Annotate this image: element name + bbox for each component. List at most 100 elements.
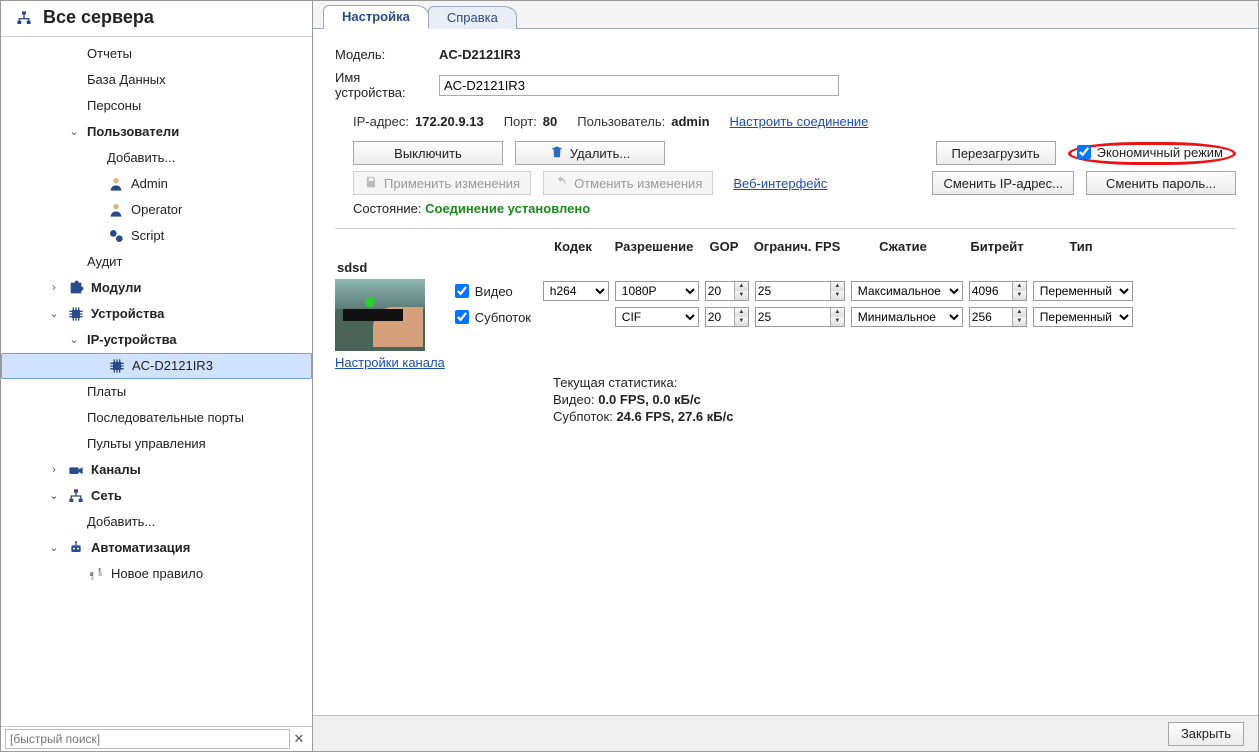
spin-input[interactable]: ▲▼ [755, 307, 845, 327]
tree-item-label: Admin [131, 173, 168, 195]
channel-thumbnail[interactable] [335, 279, 425, 351]
change-ip-button[interactable]: Сменить IP-адрес... [932, 171, 1074, 195]
spin-up-icon[interactable]: ▲ [734, 308, 748, 317]
spin-up-icon[interactable]: ▲ [1012, 282, 1026, 291]
change-password-button[interactable]: Сменить пароль... [1086, 171, 1236, 195]
streams-headers: Кодек Разрешение GOP Огранич. FPS Сжатие… [335, 239, 1236, 254]
tree-item-label: Operator [131, 199, 182, 221]
tree-item-label: Новое правило [111, 563, 203, 585]
spin-down-icon[interactable]: ▼ [734, 317, 748, 326]
tree-item[interactable]: Admin [1, 171, 312, 197]
status-value: Соединение установлено [425, 201, 590, 216]
user-icon [107, 176, 125, 192]
configure-connection-link[interactable]: Настроить соединение [730, 114, 869, 129]
tree-item-label: Аудит [87, 251, 122, 273]
tree-item[interactable]: ⌄ Автоматизация [1, 535, 312, 561]
tree-item[interactable]: Персоны [1, 93, 312, 119]
select-input[interactable]: Переменный [1033, 281, 1133, 301]
stream-enable-checkbox[interactable]: Субпоток [455, 310, 537, 325]
spin-down-icon[interactable]: ▼ [830, 291, 844, 300]
tab-help[interactable]: Справка [428, 6, 517, 29]
network-icon [67, 488, 85, 504]
tree-item[interactable]: ⌄Устройства [1, 301, 312, 327]
network-icon [15, 10, 33, 26]
content-area: Модель: AC-D2121IR3 Имя устройства: IP-а… [313, 29, 1258, 751]
tree-item-label: Автоматизация [91, 537, 190, 559]
tree-item[interactable]: Новое правило [1, 561, 312, 587]
tree-item[interactable]: Отчеты [1, 41, 312, 67]
close-button[interactable]: Закрыть [1168, 722, 1244, 746]
stream-stats: Текущая статистика: Видео: 0.0 FPS, 0.0 … [335, 374, 1236, 425]
power-off-button[interactable]: Выключить [353, 141, 503, 165]
tree-item[interactable]: ›Каналы [1, 457, 312, 483]
tree-item-label: AC-D2121IR3 [132, 355, 213, 377]
tree-item[interactable]: Operator [1, 197, 312, 223]
tree-item[interactable]: Пульты управления [1, 431, 312, 457]
spin-input[interactable]: ▲▼ [969, 307, 1027, 327]
user-icon [107, 202, 125, 218]
spin-up-icon[interactable]: ▲ [734, 282, 748, 291]
search-input[interactable] [5, 729, 290, 749]
spin-down-icon[interactable]: ▼ [1012, 317, 1026, 326]
chip-icon [67, 306, 85, 322]
spin-up-icon[interactable]: ▲ [830, 282, 844, 291]
tree-item-label: Отчеты [87, 43, 132, 65]
eco-mode-checkbox[interactable]: Экономичный режим [1077, 145, 1223, 160]
footer: Закрыть [313, 715, 1258, 751]
tree-item-label: Добавить... [107, 147, 175, 169]
tree-item[interactable]: Script [1, 223, 312, 249]
tree-item-label: Платы [87, 381, 126, 403]
tree-item-label: Последовательные порты [87, 407, 244, 429]
tab-settings[interactable]: Настройка [323, 5, 429, 29]
spin-down-icon[interactable]: ▼ [830, 317, 844, 326]
sidebar-header: Все сервера [1, 1, 312, 37]
streams-table: Кодек Разрешение GOP Огранич. FPS Сжатие… [335, 239, 1236, 425]
select-input[interactable]: h264 [543, 281, 609, 301]
web-interface-link[interactable]: Веб-интерфейс [733, 176, 827, 191]
stream-enable-checkbox[interactable]: Видео [455, 284, 537, 299]
spin-up-icon[interactable]: ▲ [830, 308, 844, 317]
spin-input[interactable]: ▲▼ [705, 281, 749, 301]
spin-down-icon[interactable]: ▼ [1012, 291, 1026, 300]
device-name-input[interactable] [439, 75, 839, 96]
chevron-down-icon: ⌄ [47, 303, 61, 325]
apply-button: Применить изменения [353, 171, 531, 195]
tree-item[interactable]: База Данных [1, 67, 312, 93]
tree-item-label: Добавить... [87, 511, 155, 533]
tree-item[interactable]: Последовательные порты [1, 405, 312, 431]
tree-item[interactable]: Добавить... [1, 145, 312, 171]
tree-item-label: Script [131, 225, 164, 247]
spin-input[interactable]: ▲▼ [755, 281, 845, 301]
spin-down-icon[interactable]: ▼ [734, 291, 748, 300]
tree-item[interactable]: ›Модули [1, 275, 312, 301]
select-input[interactable]: Минимальное [851, 307, 963, 327]
spin-up-icon[interactable]: ▲ [1012, 308, 1026, 317]
tree-item[interactable]: ⌄Пользователи [1, 119, 312, 145]
spin-input[interactable]: ▲▼ [705, 307, 749, 327]
reboot-button[interactable]: Перезагрузить [936, 141, 1056, 165]
undo-icon [554, 175, 568, 192]
chevron-down-icon: ⌄ [47, 537, 61, 559]
tree-item-label: Сеть [91, 485, 122, 507]
tree-item-label: База Данных [87, 69, 166, 91]
tree-item[interactable]: Аудит [1, 249, 312, 275]
select-input[interactable]: 1080P [615, 281, 699, 301]
chevron-down-icon: ⌄ [67, 329, 81, 351]
select-input[interactable]: Максимальное [851, 281, 963, 301]
trash-icon [550, 145, 564, 162]
tree-item[interactable]: Добавить... [1, 509, 312, 535]
tree-item[interactable]: ⌄IP-устройства [1, 327, 312, 353]
cancel-button: Отменить изменения [543, 171, 713, 195]
tree-item[interactable]: ⌄Сеть [1, 483, 312, 509]
tree-item[interactable]: AC-D2121IR3 [1, 353, 312, 379]
port-value: 80 [543, 114, 557, 129]
spin-input[interactable]: ▲▼ [969, 281, 1027, 301]
tree-item[interactable]: Платы [1, 379, 312, 405]
clear-search-icon[interactable]: ✕ [290, 730, 308, 748]
tree-item-label: Пользователи [87, 121, 179, 143]
select-input[interactable]: Переменный [1033, 307, 1133, 327]
channel-settings-link[interactable]: Настройки канала [335, 355, 445, 370]
select-input[interactable]: CIF [615, 307, 699, 327]
delete-button[interactable]: Удалить... [515, 141, 665, 165]
nav-tree[interactable]: ОтчетыБаза ДанныхПерсоны⌄ПользователиДоб… [1, 37, 312, 726]
